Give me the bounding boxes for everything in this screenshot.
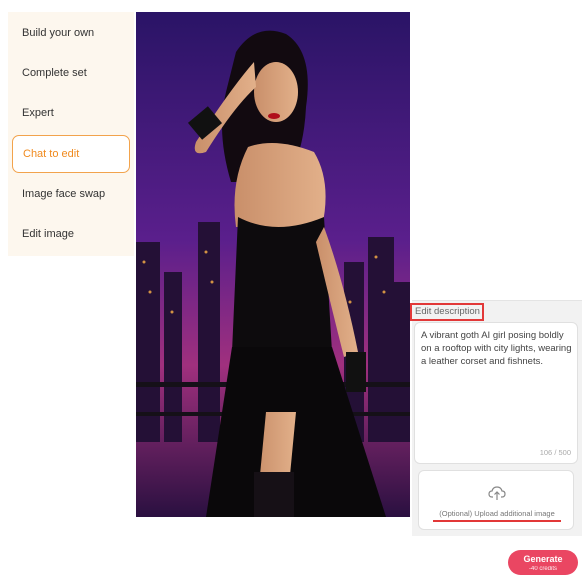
description-text: A vibrant goth AI girl posing boldly on … <box>421 330 572 367</box>
sidebar-item-label: Build your own <box>22 27 95 39</box>
sidebar-item-chat-to-edit[interactable]: Chat to edit <box>12 135 130 173</box>
sidebar-item-expert[interactable]: Expert <box>8 94 134 132</box>
cloud-upload-icon <box>488 485 506 506</box>
sidebar-item-label: Complete set <box>22 67 87 79</box>
sidebar-item-image-face-swap[interactable]: Image face swap <box>8 175 134 213</box>
sidebar-item-label: Edit image <box>22 228 74 240</box>
sidebar-item-edit-image[interactable]: Edit image <box>8 215 134 253</box>
upload-label: (Optional) Upload additional image <box>433 509 561 522</box>
sidebar-item-complete-set[interactable]: Complete set <box>8 54 134 92</box>
mode-sidebar: Build your own Complete set Expert Chat … <box>8 12 134 256</box>
description-textarea[interactable]: A vibrant goth AI girl posing boldly on … <box>414 322 578 464</box>
app-root: Build your own Complete set Expert Chat … <box>0 0 588 588</box>
sidebar-item-label: Expert <box>22 107 54 119</box>
credits-label: -40 credits <box>528 566 557 572</box>
generate-button[interactable]: Generate -40 credits <box>508 550 578 575</box>
upload-additional-image-button[interactable]: (Optional) Upload additional image <box>418 470 574 530</box>
edit-description-label: Edit description <box>410 303 484 321</box>
sidebar-item-build-your-own[interactable]: Build your own <box>8 14 134 52</box>
generated-image <box>136 12 410 517</box>
character-counter: 106 / 500 <box>539 448 571 457</box>
sidebar-item-label: Image face swap <box>22 188 106 200</box>
generate-label: Generate <box>523 554 563 564</box>
sidebar-item-label: Chat to edit <box>23 148 80 160</box>
